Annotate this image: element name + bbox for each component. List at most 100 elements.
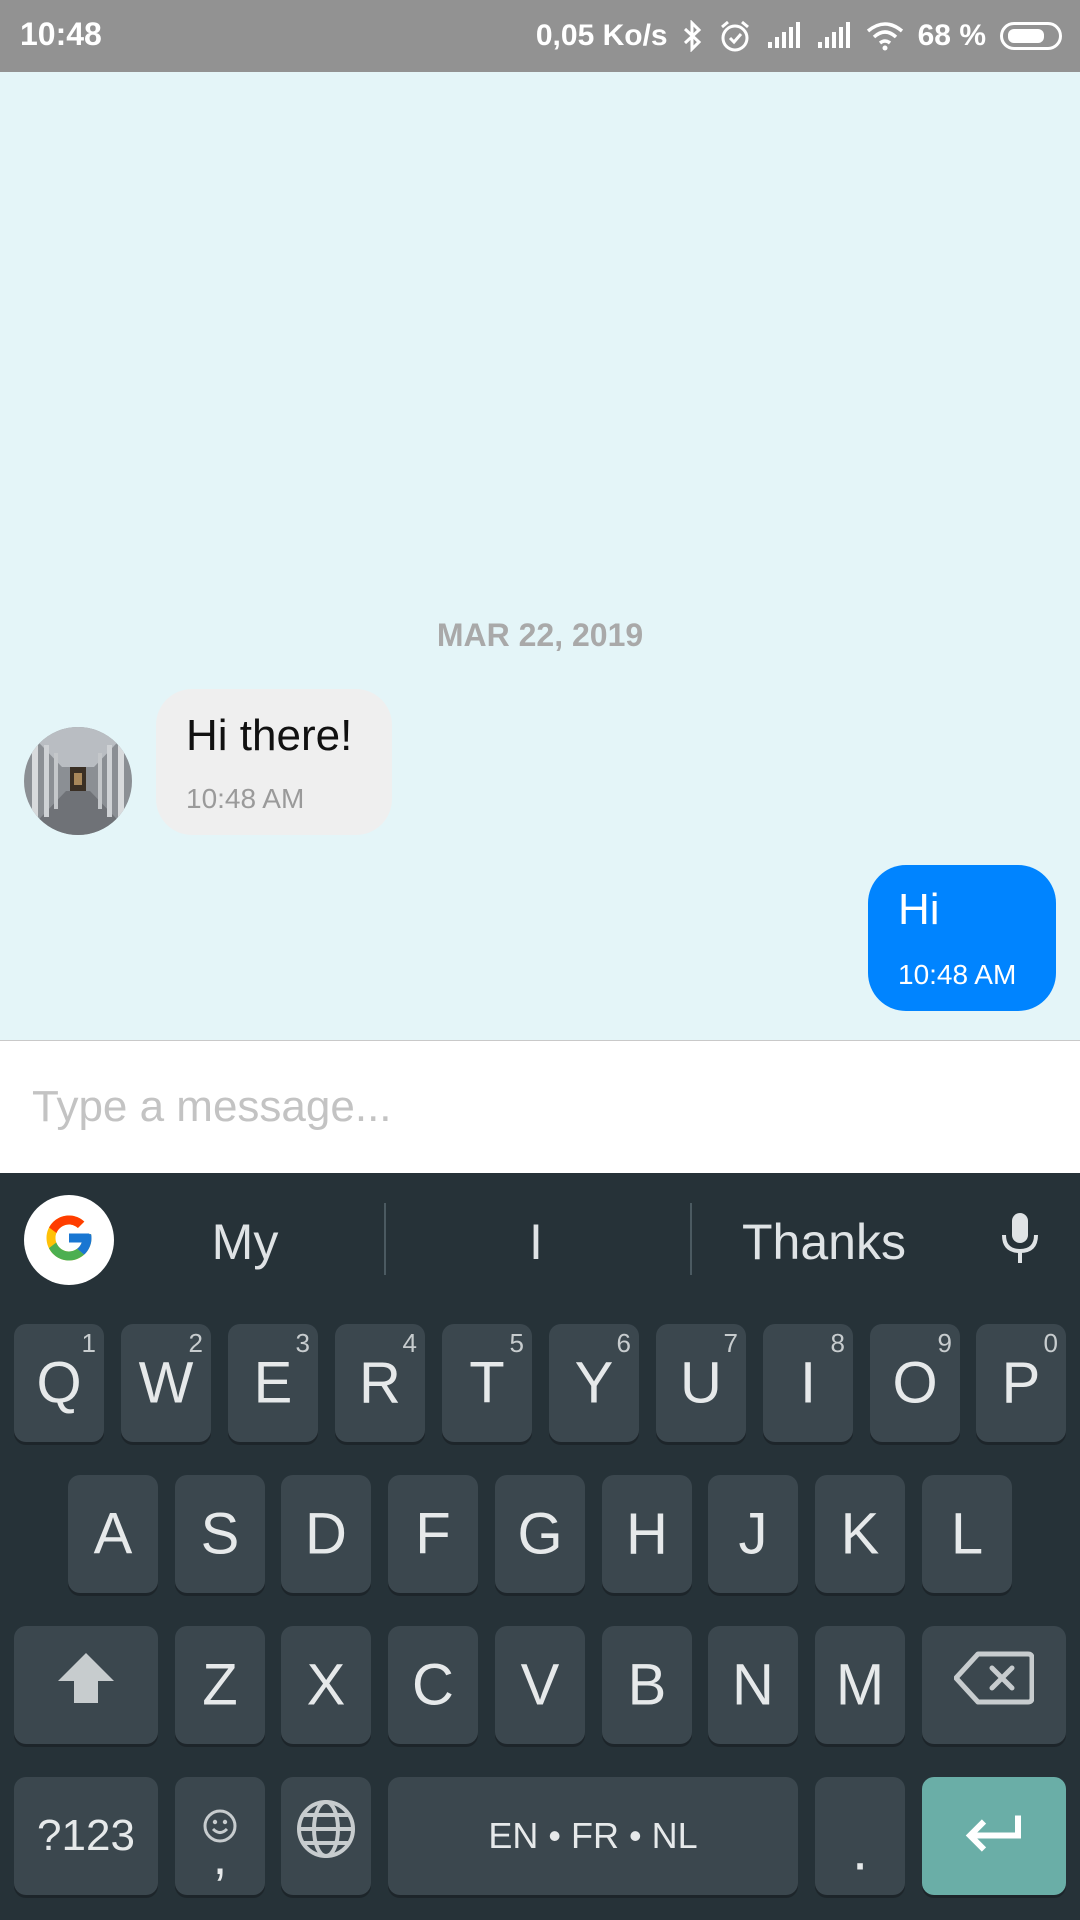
network-speed: 0,05 Ko/s xyxy=(535,19,668,52)
key-label: F xyxy=(415,1501,451,1567)
key-label: T xyxy=(469,1350,505,1416)
status-time: 10:48 xyxy=(20,16,102,52)
backspace-key[interactable] xyxy=(922,1626,1066,1744)
key-hint: 4 xyxy=(402,1328,417,1358)
signal-icon xyxy=(766,22,802,50)
key-k[interactable]: K xyxy=(815,1475,905,1593)
key-label: B xyxy=(627,1652,667,1718)
key-label: A xyxy=(93,1501,133,1567)
key-v[interactable]: V xyxy=(495,1626,585,1744)
key-j[interactable]: J xyxy=(708,1475,798,1593)
incoming-message-bubble[interactable]: Hi there! 10:48 AM xyxy=(156,689,392,835)
enter-icon xyxy=(922,1803,1066,1870)
message-time: 10:48 AM xyxy=(186,783,305,814)
key-a[interactable]: A xyxy=(68,1475,158,1593)
key-label: N xyxy=(732,1652,774,1718)
period-key[interactable]: . xyxy=(815,1777,905,1895)
symbols-key[interactable]: ?123 xyxy=(14,1777,158,1895)
key-hint: 1 xyxy=(81,1328,96,1358)
key-l[interactable]: L xyxy=(922,1475,1012,1593)
key-label: V xyxy=(520,1652,560,1718)
key-hint: 0 xyxy=(1043,1328,1058,1358)
keyboard: My I Thanks Q1 W2 E3 R4 T5 Y6 U7 I8 O9 P… xyxy=(0,1173,1080,1920)
avatar[interactable] xyxy=(24,727,132,835)
battery-icon xyxy=(1000,22,1062,50)
key-label: W xyxy=(138,1350,194,1416)
composer-bar xyxy=(0,1040,1080,1173)
enter-key[interactable] xyxy=(922,1777,1066,1895)
alarm-icon xyxy=(718,19,752,53)
microphone-icon[interactable] xyxy=(996,1211,1044,1272)
key-label: J xyxy=(738,1501,768,1567)
message-input[interactable] xyxy=(30,1071,1054,1143)
suggestion-item[interactable]: I xyxy=(400,1207,672,1277)
status-icons: 0,05 Ko/s 68 % xyxy=(536,14,1062,58)
key-hint: 3 xyxy=(295,1328,310,1358)
key-label: R xyxy=(359,1350,401,1416)
key-i[interactable]: I8 xyxy=(763,1324,853,1442)
key-o[interactable]: O9 xyxy=(870,1324,960,1442)
shift-key[interactable] xyxy=(14,1626,158,1744)
status-bar: 10:48 0,05 Ko/s 68 % xyxy=(0,0,1080,72)
key-label: K xyxy=(840,1501,880,1567)
backspace-icon xyxy=(922,1650,1066,1720)
key-p[interactable]: P0 xyxy=(976,1324,1066,1442)
key-f[interactable]: F xyxy=(388,1475,478,1593)
key-b[interactable]: B xyxy=(602,1626,692,1744)
suggestion-item[interactable]: My xyxy=(130,1207,360,1277)
google-button[interactable] xyxy=(24,1195,114,1285)
shift-icon xyxy=(14,1649,158,1721)
bluetooth-icon xyxy=(682,20,704,52)
key-c[interactable]: C xyxy=(388,1626,478,1744)
battery-percent: 68 % xyxy=(917,19,986,52)
key-hint: 8 xyxy=(830,1328,845,1358)
key-hint: 7 xyxy=(723,1328,738,1358)
key-label: M xyxy=(835,1652,885,1718)
key-label: , xyxy=(212,1828,228,1886)
key-w[interactable]: W2 xyxy=(121,1324,211,1442)
space-key[interactable]: EN • FR • NL xyxy=(388,1777,798,1895)
key-n[interactable]: N xyxy=(708,1626,798,1744)
key-label: I xyxy=(799,1350,817,1416)
key-u[interactable]: U7 xyxy=(656,1324,746,1442)
key-label: EN • FR • NL xyxy=(488,1815,698,1856)
key-m[interactable]: M xyxy=(815,1626,905,1744)
key-z[interactable]: Z xyxy=(175,1626,265,1744)
wifi-icon xyxy=(866,21,904,51)
key-t[interactable]: T5 xyxy=(442,1324,532,1442)
message-list[interactable]: MAR 22, 2019 Hi there! 10:48 AM Hi 10:48… xyxy=(0,72,1080,1040)
key-y[interactable]: Y6 xyxy=(549,1324,639,1442)
key-d[interactable]: D xyxy=(281,1475,371,1593)
key-s[interactable]: S xyxy=(175,1475,265,1593)
key-g[interactable]: G xyxy=(495,1475,585,1593)
key-label: U xyxy=(680,1350,722,1416)
key-x[interactable]: X xyxy=(281,1626,371,1744)
suggestion-item[interactable]: Thanks xyxy=(706,1207,942,1277)
globe-icon xyxy=(281,1798,371,1874)
language-key[interactable] xyxy=(281,1777,371,1895)
key-label: S xyxy=(200,1501,240,1567)
key-h[interactable]: H xyxy=(602,1475,692,1593)
key-q[interactable]: Q1 xyxy=(14,1324,104,1442)
key-label: Z xyxy=(202,1652,238,1718)
suggestion-divider xyxy=(690,1203,692,1275)
message-time: 10:48 AM xyxy=(898,959,1017,990)
date-separator: MAR 22, 2019 xyxy=(436,617,644,653)
signal-icon xyxy=(816,22,852,50)
google-g-icon xyxy=(42,1211,96,1270)
key-label: ?123 xyxy=(37,1811,135,1860)
key-label: Q xyxy=(36,1350,82,1416)
key-hint: 9 xyxy=(937,1328,952,1358)
key-r[interactable]: R4 xyxy=(335,1324,425,1442)
key-hint: 5 xyxy=(509,1328,524,1358)
key-label: X xyxy=(306,1652,346,1718)
key-label: O xyxy=(892,1350,938,1416)
outgoing-message-bubble[interactable]: Hi 10:48 AM xyxy=(868,865,1056,1011)
key-label: P xyxy=(1001,1350,1041,1416)
emoji-comma-key[interactable]: , xyxy=(175,1777,265,1895)
key-label: C xyxy=(412,1652,454,1718)
message-text: Hi there! xyxy=(186,711,353,760)
key-e[interactable]: E3 xyxy=(228,1324,318,1442)
key-label: . xyxy=(851,1817,869,1883)
suggestion-divider xyxy=(384,1203,386,1275)
